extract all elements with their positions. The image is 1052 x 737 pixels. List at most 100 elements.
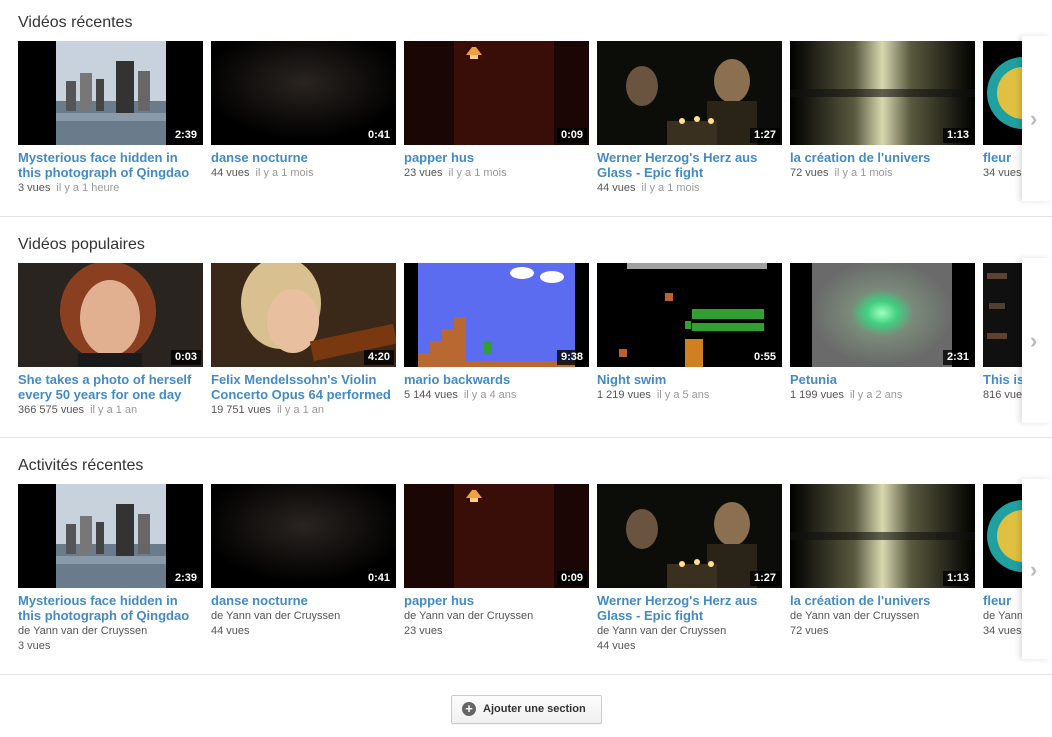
view-count: 44 vues: [597, 182, 636, 194]
video-shelf: 2:39 Mysterious face hidden in this phot…: [18, 484, 1022, 664]
video-thumbnail[interactable]: 0:09: [404, 41, 589, 145]
video-meta: 72 vues il y a 1 mois: [790, 167, 893, 180]
upload-age: il y a 1 mois: [448, 167, 507, 179]
upload-age: il y a 5 ans: [656, 389, 710, 401]
video-thumbnail[interactable]: 1:27: [597, 41, 782, 145]
upload-age: il y a 1 mois: [255, 167, 314, 179]
upload-age: il y a 1 heure: [56, 182, 120, 194]
view-count: 34 vues: [983, 167, 1022, 179]
section-recent-videos: Vidéos récentes 2:39 Mysterious face hid…: [0, 0, 1052, 216]
section-title: Vidéos populaires: [18, 236, 145, 253]
video-author: de Yann: [983, 610, 1022, 622]
plus-circle-icon: +: [462, 702, 476, 716]
video-thumbnail[interactable]: 0:03: [18, 263, 203, 367]
video-title-link[interactable]: fleur: [983, 150, 1022, 165]
video-meta: 19 751 vues il y a 1 an: [211, 404, 324, 417]
view-count: 72 vues: [790, 625, 829, 637]
video-title-link[interactable]: Werner Herzog's Herz aus Glass - Epic fi…: [597, 593, 779, 623]
video-duration: 1:27: [749, 128, 780, 143]
video-thumbnail[interactable]: 0:41: [211, 484, 396, 588]
upload-age: il y a 1 an: [276, 404, 325, 416]
view-count: 3 vues: [18, 640, 51, 652]
view-count: 44 vues: [597, 640, 636, 652]
video-title-link[interactable]: Felix Mendelssohn's Violin Concerto Opus…: [211, 372, 393, 402]
upload-age: il y a 1 mois: [641, 182, 700, 194]
video-thumbnail[interactable]: 4:20: [211, 263, 396, 367]
view-count: 1 219 vues: [597, 389, 651, 401]
video-title-link[interactable]: fleur: [983, 593, 1022, 608]
video-thumbnail[interactable]: 0:09: [404, 484, 589, 588]
video-title-link[interactable]: Night swim: [597, 372, 779, 387]
video-title-link[interactable]: mario backwards: [404, 372, 586, 387]
video-title-link[interactable]: danse nocturne: [211, 150, 393, 165]
video-duration: 1:27: [749, 571, 780, 586]
video-meta: 366 575 vues il y a 1 an: [18, 404, 137, 417]
video-meta: 5 144 vues il y a 4 ans: [404, 389, 516, 402]
view-count: 816 vue: [983, 389, 1022, 401]
video-meta: 23 vues il y a 1 mois: [404, 167, 507, 180]
video-duration: 4:20: [363, 350, 394, 365]
video-meta: 44 vues il y a 1 mois: [211, 167, 314, 180]
video-title-link[interactable]: papper hus: [404, 150, 586, 165]
video-title-link[interactable]: She takes a photo of herself every 50 ye…: [18, 372, 200, 402]
chevron-right-icon: ›: [1030, 106, 1038, 131]
view-count: 72 vues: [790, 167, 829, 179]
video-title-link[interactable]: la création de l'univers: [790, 593, 972, 608]
chevron-right-icon: ›: [1030, 328, 1038, 353]
video-shelf: 0:03 She takes a photo of herself every …: [18, 263, 1022, 428]
video-duration: 0:55: [749, 350, 780, 365]
add-section-button[interactable]: + Ajouter une section: [451, 695, 602, 724]
video-meta: 1 219 vues il y a 5 ans: [597, 389, 709, 402]
video-duration: 2:39: [170, 571, 201, 586]
video-thumbnail[interactable]: 0:41: [211, 41, 396, 145]
video-duration: 0:03: [170, 350, 201, 365]
video-thumbnail[interactable]: 1:13: [790, 41, 975, 145]
video-thumbnail[interactable]: 2:39: [18, 41, 203, 145]
section-title: Vidéos récentes: [18, 14, 133, 31]
upload-age: il y a 2 ans: [849, 389, 903, 401]
video-thumbnail[interactable]: [983, 263, 1022, 367]
video-thumbnail[interactable]: [983, 484, 1022, 588]
video-thumbnail[interactable]: [983, 41, 1022, 145]
chevron-right-icon: ›: [1030, 557, 1038, 582]
section-divider: [0, 437, 1052, 438]
view-count: 44 vues: [211, 625, 250, 637]
video-author: de Yann van der Cruyssen: [597, 625, 727, 637]
video-title-link[interactable]: Petunia: [790, 372, 972, 387]
video-duration: 0:09: [556, 128, 587, 143]
section-divider: [0, 674, 1052, 675]
upload-age: il y a 1 an: [90, 404, 138, 416]
video-title-link[interactable]: la création de l'univers: [790, 150, 972, 165]
shelf-next-button[interactable]: ›: [1022, 479, 1052, 659]
video-thumbnail[interactable]: 1:27: [597, 484, 782, 588]
video-author: de Yann van der Cruyssen: [211, 610, 341, 622]
video-duration: 9:38: [556, 350, 587, 365]
video-thumbnail[interactable]: 9:38: [404, 263, 589, 367]
video-title-link[interactable]: This is: [983, 372, 1022, 387]
video-duration: 1:13: [942, 128, 973, 143]
view-count: 366 575 vues: [18, 404, 85, 416]
video-title-link[interactable]: papper hus: [404, 593, 586, 608]
video-duration: 2:39: [170, 128, 201, 143]
video-author: de Yann van der Cruyssen: [790, 610, 920, 622]
video-title-link[interactable]: danse nocturne: [211, 593, 393, 608]
video-thumbnail[interactable]: 0:55: [597, 263, 782, 367]
video-thumbnail[interactable]: 2:31: [790, 263, 975, 367]
video-title-link[interactable]: Werner Herzog's Herz aus Glass - Epic fi…: [597, 150, 779, 180]
video-shelf: 2:39 Mysterious face hidden in this phot…: [18, 41, 1022, 206]
video-thumbnail[interactable]: 1:13: [790, 484, 975, 588]
view-count: 23 vues: [404, 167, 443, 179]
shelf-next-button[interactable]: ›: [1022, 36, 1052, 201]
view-count: 44 vues: [211, 167, 250, 179]
shelf-next-button[interactable]: ›: [1022, 258, 1052, 423]
video-thumbnail[interactable]: 2:39: [18, 484, 203, 588]
add-section-label: Ajouter une section: [483, 703, 586, 715]
video-meta: 34 vues: [983, 167, 1022, 180]
video-duration: 1:13: [942, 571, 973, 586]
video-meta: 816 vue: [983, 389, 1022, 402]
video-title-link[interactable]: Mysterious face hidden in this photograp…: [18, 593, 200, 623]
section-divider: [0, 216, 1052, 217]
view-count: 23 vues: [404, 625, 443, 637]
section-popular-videos: Vidéos populaires 0:03 She takes a photo…: [0, 222, 1052, 438]
video-title-link[interactable]: Mysterious face hidden in this photograp…: [18, 150, 200, 180]
